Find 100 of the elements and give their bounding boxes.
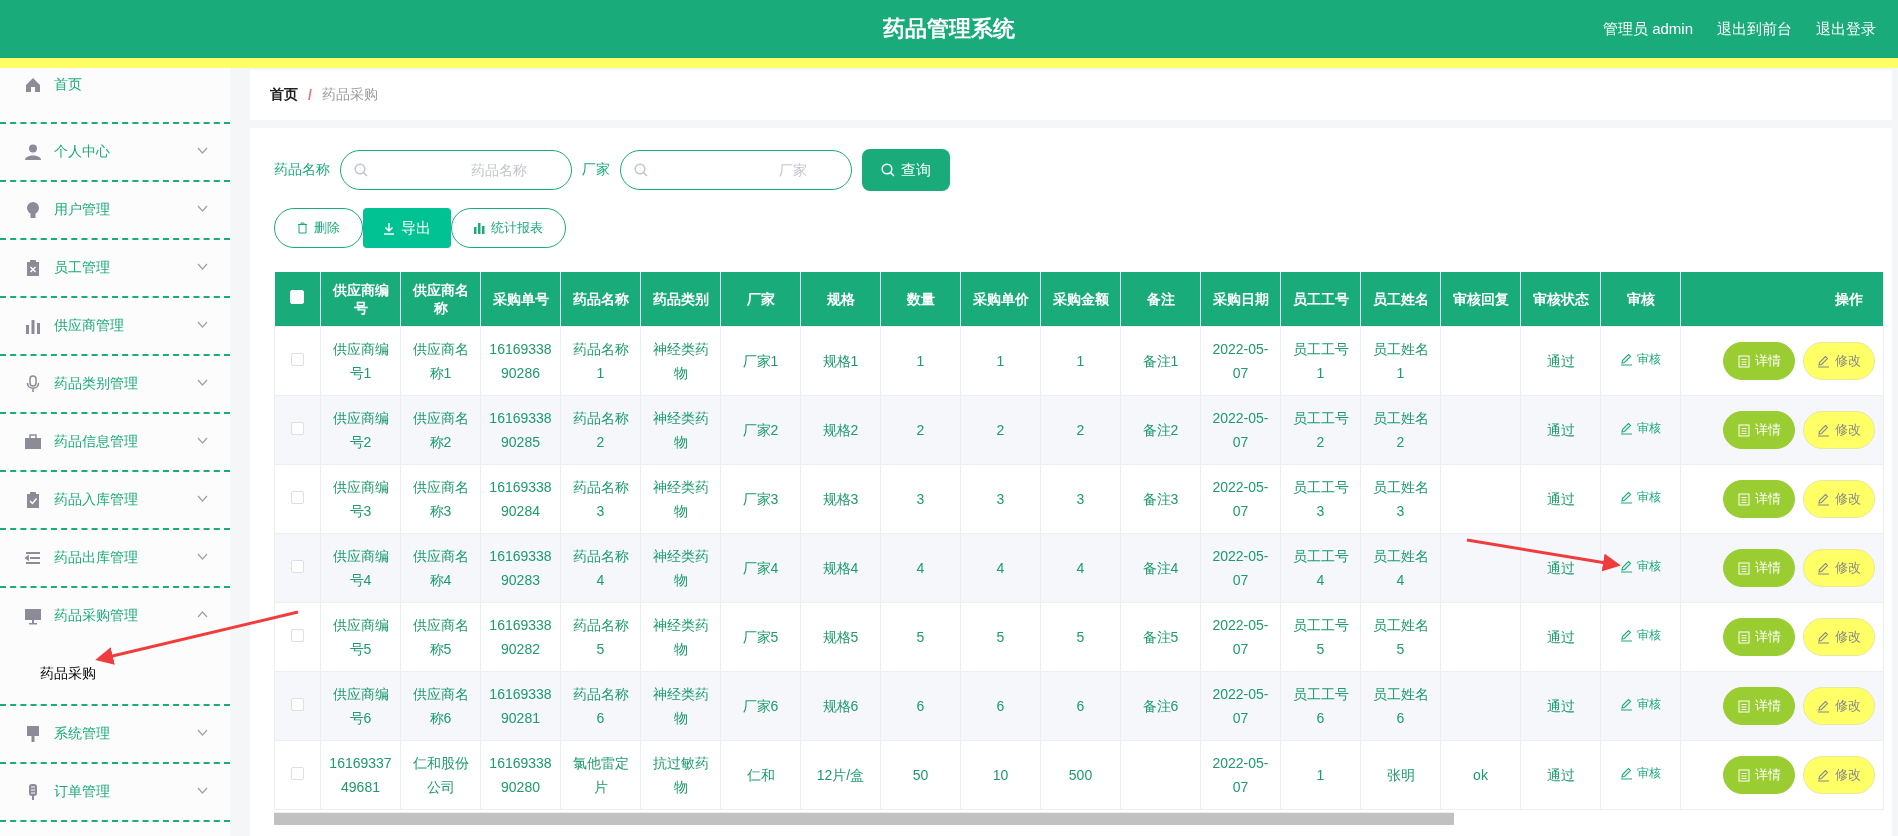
table-cell: 1 <box>1040 326 1121 396</box>
table-cell: 1616933749681 <box>320 740 401 810</box>
pencil-icon <box>1817 354 1830 368</box>
details-button[interactable]: 详情 <box>1723 342 1795 380</box>
details-button[interactable]: 详情 <box>1723 549 1795 587</box>
document-icon <box>1737 423 1750 437</box>
table-cell: 仁和股份公司 <box>400 740 481 810</box>
table-cell: 2022-05-07 <box>1200 740 1281 810</box>
search-field[interactable]: 厂家 <box>620 150 852 190</box>
details-button[interactable]: 详情 <box>1723 411 1795 449</box>
select-all-checkbox[interactable] <box>290 290 305 304</box>
table-cell: 厂家5 <box>720 602 801 672</box>
table-cell: 供应商编号1 <box>320 326 401 396</box>
briefcase-icon <box>24 433 42 451</box>
table-cell: 神经类药物 <box>640 326 721 396</box>
review-link[interactable]: 审核 <box>1614 488 1667 507</box>
table-cell: 1 <box>960 326 1041 396</box>
table-cell: 供应商编号4 <box>320 533 401 603</box>
row-checkbox[interactable] <box>291 560 304 573</box>
sidebar-item[interactable]: 供应商管理 <box>0 298 230 354</box>
edit-button[interactable]: 修改 <box>1803 618 1875 656</box>
review-link[interactable]: 审核 <box>1614 350 1667 369</box>
pencil-icon <box>1817 423 1830 437</box>
table-cell: 员工工号4 <box>1280 533 1361 603</box>
details-button[interactable]: 详情 <box>1723 618 1795 656</box>
row-checkbox[interactable] <box>291 698 304 711</box>
sidebar-item[interactable]: 订单管理 <box>0 764 230 820</box>
table-cell: 12片/盒 <box>800 740 881 810</box>
sidebar-item[interactable]: 药品出库管理 <box>0 530 230 586</box>
bar-chart-icon <box>24 317 42 335</box>
table-cell: 规格3 <box>800 464 881 534</box>
submenu-item[interactable]: 药品采购 <box>40 665 96 683</box>
edit-button[interactable]: 修改 <box>1803 342 1875 380</box>
edit-button[interactable]: 修改 <box>1803 687 1875 725</box>
table-cell: 神经类药物 <box>640 602 721 672</box>
breadcrumb-item[interactable]: 药品采购 <box>321 86 378 104</box>
table-cell: 员工工号1 <box>1280 326 1361 396</box>
header-link[interactable]: 退出到前台 <box>1717 19 1792 39</box>
table-cell: 备注6 <box>1120 671 1201 741</box>
table-cell: 500 <box>1040 740 1121 810</box>
details-button[interactable]: 详情 <box>1723 480 1795 518</box>
review-link[interactable]: 审核 <box>1614 557 1667 576</box>
report-button[interactable]: 统计报表 <box>451 208 566 248</box>
table-cell: 抗过敏药物 <box>640 740 721 810</box>
details-button[interactable]: 详情 <box>1723 756 1795 794</box>
sidebar-item[interactable]: 药品采购管理 <box>0 588 230 644</box>
table-cell: 备注3 <box>1120 464 1201 534</box>
table-cell: 10 <box>960 740 1041 810</box>
table-cell: 厂家3 <box>720 464 801 534</box>
delete-button[interactable]: 删除 <box>274 208 363 248</box>
row-checkbox[interactable] <box>291 767 304 780</box>
edit-button[interactable]: 修改 <box>1803 411 1875 449</box>
review-link[interactable]: 审核 <box>1614 695 1667 714</box>
export-button[interactable]: 导出 <box>363 208 451 248</box>
search-button[interactable]: 查询 <box>862 149 950 191</box>
sidebar-item[interactable]: 用户管理 <box>0 182 230 238</box>
sidebar-item[interactable]: 员工管理 <box>0 240 230 296</box>
table-cell: 3 <box>960 464 1041 534</box>
sidebar-item[interactable]: 个人中心 <box>0 124 230 180</box>
table-cell: 5 <box>880 602 961 672</box>
sidebar-item[interactable]: 药品入库管理 <box>0 472 230 528</box>
row-checkbox[interactable] <box>291 491 304 504</box>
review-link[interactable]: 审核 <box>1614 764 1667 783</box>
edit-button[interactable]: 修改 <box>1803 480 1875 518</box>
table-cell: 员工工号3 <box>1280 464 1361 534</box>
table-cell: 神经类药物 <box>640 395 721 465</box>
row-checkbox[interactable] <box>291 629 304 642</box>
table-cell: 50 <box>880 740 961 810</box>
sidebar-item[interactable]: 药品信息管理 <box>0 414 230 470</box>
sidebar-item[interactable]: 首页 <box>0 68 230 122</box>
document-icon <box>1737 354 1750 368</box>
chevron-icon <box>197 553 208 560</box>
table-cell: 1 <box>1280 740 1361 810</box>
details-button[interactable]: 详情 <box>1723 687 1795 725</box>
sidebar-item[interactable]: 药品类别管理 <box>0 356 230 412</box>
table-cell: 1616933890282 <box>480 602 561 672</box>
breadcrumb-item[interactable]: 首页 <box>270 86 298 104</box>
scrollbar[interactable] <box>274 812 1454 825</box>
review-link[interactable]: 审核 <box>1614 419 1667 438</box>
table-cell: 4 <box>880 533 961 603</box>
edit-button[interactable]: 修改 <box>1803 549 1875 587</box>
table-cell: 规格2 <box>800 395 881 465</box>
table-cell: 厂家4 <box>720 533 801 603</box>
chevron-icon <box>197 787 208 794</box>
table-cell: 规格1 <box>800 326 881 396</box>
header-link[interactable]: 退出登录 <box>1816 19 1876 39</box>
review-link[interactable]: 审核 <box>1614 626 1667 645</box>
search-icon <box>634 163 648 177</box>
table-cell: 通过 <box>1520 671 1601 741</box>
search-field[interactable]: 药品名称 <box>340 150 572 190</box>
row-checkbox[interactable] <box>291 422 304 435</box>
table-cell: 1616933890285 <box>480 395 561 465</box>
column-header: 规格 <box>800 272 881 327</box>
header-link[interactable]: 管理员 admin <box>1602 19 1693 39</box>
sidebar-item[interactable]: 系统管理 <box>0 706 230 762</box>
row-checkbox[interactable] <box>291 353 304 366</box>
table-cell: 通过 <box>1520 740 1601 810</box>
edit-button[interactable]: 修改 <box>1803 756 1875 794</box>
pencil-icon <box>1620 698 1633 711</box>
table-cell: 员工姓名6 <box>1360 671 1441 741</box>
